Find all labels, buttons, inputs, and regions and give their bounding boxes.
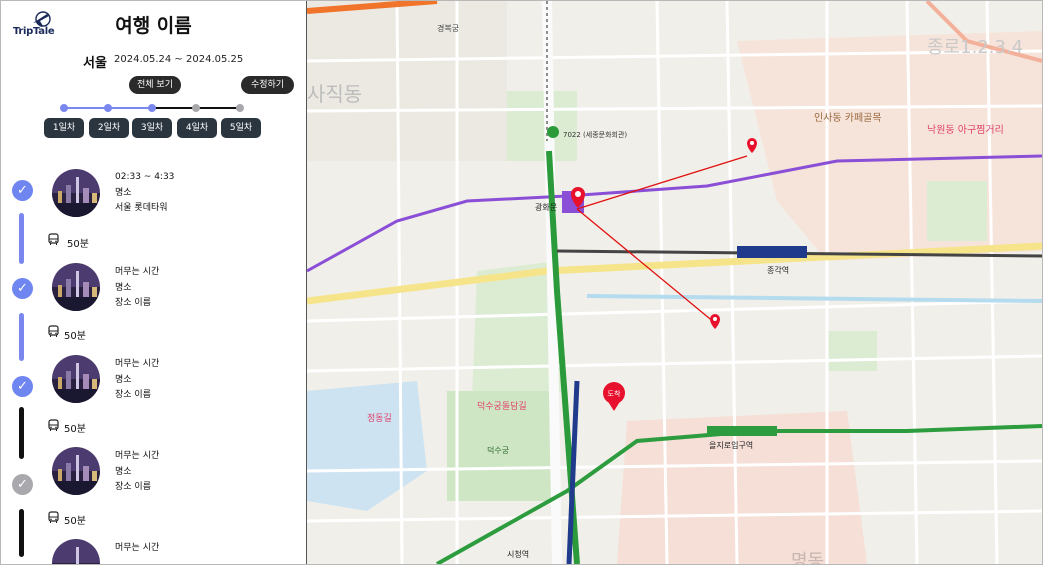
city-night-image xyxy=(52,169,100,217)
trip-title: 여행 이름 xyxy=(115,15,192,37)
day-tab-2[interactable]: 2일차 xyxy=(89,118,129,138)
city-night-image xyxy=(52,263,100,311)
schedule-place-type: 명소 xyxy=(115,374,132,385)
poi-label: 덕수궁돌담길 xyxy=(477,400,527,412)
place-thumbnail[interactable] xyxy=(52,539,100,564)
city-night-image xyxy=(52,447,100,495)
schedule-place-name: 서울 롯데타워 xyxy=(115,203,168,213)
app-window: TripTale 여행 이름 서울 2024.05.24 ~ 2024.05.2… xyxy=(0,0,1043,565)
view-all-button[interactable]: 전체 보기 xyxy=(129,76,181,94)
day-tab-3[interactable]: 3일차 xyxy=(132,118,172,138)
schedule-time: 머무는 시간 xyxy=(115,451,160,461)
schedule-time: 02:33 ~ 4:33 xyxy=(115,172,175,182)
transit-duration: 50분 xyxy=(64,424,86,435)
check-icon[interactable]: ✓ xyxy=(12,180,33,201)
progress-dot-2 xyxy=(104,104,112,112)
schedule-time: 머무는 시간 xyxy=(115,543,160,553)
city-night-image xyxy=(52,355,100,403)
destination-badge: 도착 xyxy=(608,390,621,398)
timeline-bar xyxy=(19,213,24,264)
progress-dot-3 xyxy=(148,104,156,112)
district-label: 사직동 xyxy=(307,82,362,106)
park-area xyxy=(827,331,877,371)
station-label: 시청역 xyxy=(507,549,529,559)
schedule-place-name: 장소 이름 xyxy=(115,390,151,400)
day-tab-5[interactable]: 5일차 xyxy=(221,118,261,138)
progress-dot-5 xyxy=(236,104,244,112)
map-view[interactable]: 도착 사직동 종로1.2.3.4 명동 인사동 카페골목 낙원동 아구찜거리 7… xyxy=(307,1,1042,564)
schedule-time: 머무는 시간 xyxy=(115,359,160,369)
schedule-place-type: 명소 xyxy=(115,187,132,198)
poi-label: 정동길 xyxy=(367,413,392,424)
day-progress xyxy=(60,104,244,112)
place-thumbnail[interactable] xyxy=(52,263,100,311)
station-label: 을지로입구역 xyxy=(709,440,753,450)
edit-button[interactable]: 수정하기 xyxy=(241,76,294,94)
bus-icon xyxy=(48,233,59,245)
day-tab-4[interactable]: 4일차 xyxy=(177,118,217,138)
progress-dot-4 xyxy=(192,104,200,112)
poi-label: 덕수궁 xyxy=(487,445,509,455)
trip-city: 서울 xyxy=(83,56,107,71)
check-icon[interactable]: ✓ xyxy=(12,278,33,299)
bus-stop-label: 7022 (세종문화회관) xyxy=(563,130,627,139)
transit-duration: 50분 xyxy=(64,516,86,527)
district-label: 명동 xyxy=(791,551,824,564)
timeline-bar xyxy=(19,509,24,557)
city-night-image xyxy=(52,539,100,564)
transit-duration: 50분 xyxy=(67,239,89,250)
poi-label: 경복궁 xyxy=(437,23,459,33)
bus-icon xyxy=(48,419,59,431)
itinerary-panel: TripTale 여행 이름 서울 2024.05.24 ~ 2024.05.2… xyxy=(1,1,306,564)
place-thumbnail[interactable] xyxy=(52,355,100,403)
station-label: 광화문 xyxy=(535,202,557,212)
schedule-place-name: 장소 이름 xyxy=(115,482,151,492)
transit-duration: 50분 xyxy=(64,331,86,342)
check-icon[interactable]: ✓ xyxy=(12,376,33,397)
park-area xyxy=(927,181,987,241)
bus-stop-icon[interactable] xyxy=(547,126,559,138)
schedule-item-text: 머무는 시간 xyxy=(115,541,159,557)
schedule-item-text: 02:33 ~ 4:33 명소 서울 롯데타워 xyxy=(115,170,174,217)
bus-icon xyxy=(48,325,59,337)
schedule-place-type: 명소 xyxy=(115,282,132,293)
trip-dates: 2024.05.24 ~ 2024.05.25 xyxy=(114,54,244,65)
map-canvas[interactable]: 도착 사직동 종로1.2.3.4 명동 인사동 카페골목 낙원동 아구찜거리 7… xyxy=(307,1,1042,564)
timeline-bar xyxy=(19,313,24,361)
poi-label: 인사동 카페골목 xyxy=(814,112,882,124)
station-jonggak[interactable] xyxy=(737,246,807,258)
poi-label: 낙원동 아구찜거리 xyxy=(927,124,1004,136)
bus-icon xyxy=(48,511,59,523)
schedule-time: 머무는 시간 xyxy=(115,267,160,277)
place-thumbnail[interactable] xyxy=(52,447,100,495)
station-label: 종각역 xyxy=(767,265,789,275)
check-icon[interactable]: ✓ xyxy=(12,474,33,495)
station-euljiro[interactable] xyxy=(707,426,777,436)
schedule-item-text: 머무는 시간 명소 장소 이름 xyxy=(115,449,159,496)
schedule-item-text: 머무는 시간 명소 장소 이름 xyxy=(115,357,159,404)
park-area xyxy=(507,91,577,161)
timeline-bar xyxy=(19,407,24,459)
district-label: 종로1.2.3.4 xyxy=(927,37,1023,58)
place-thumbnail[interactable] xyxy=(52,169,100,217)
schedule-place-name: 장소 이름 xyxy=(115,298,151,308)
schedule-place-type: 명소 xyxy=(115,466,132,477)
schedule-item-text: 머무는 시간 명소 장소 이름 xyxy=(115,265,159,312)
day-tab-1[interactable]: 1일차 xyxy=(44,118,84,138)
progress-dot-1 xyxy=(60,104,68,112)
